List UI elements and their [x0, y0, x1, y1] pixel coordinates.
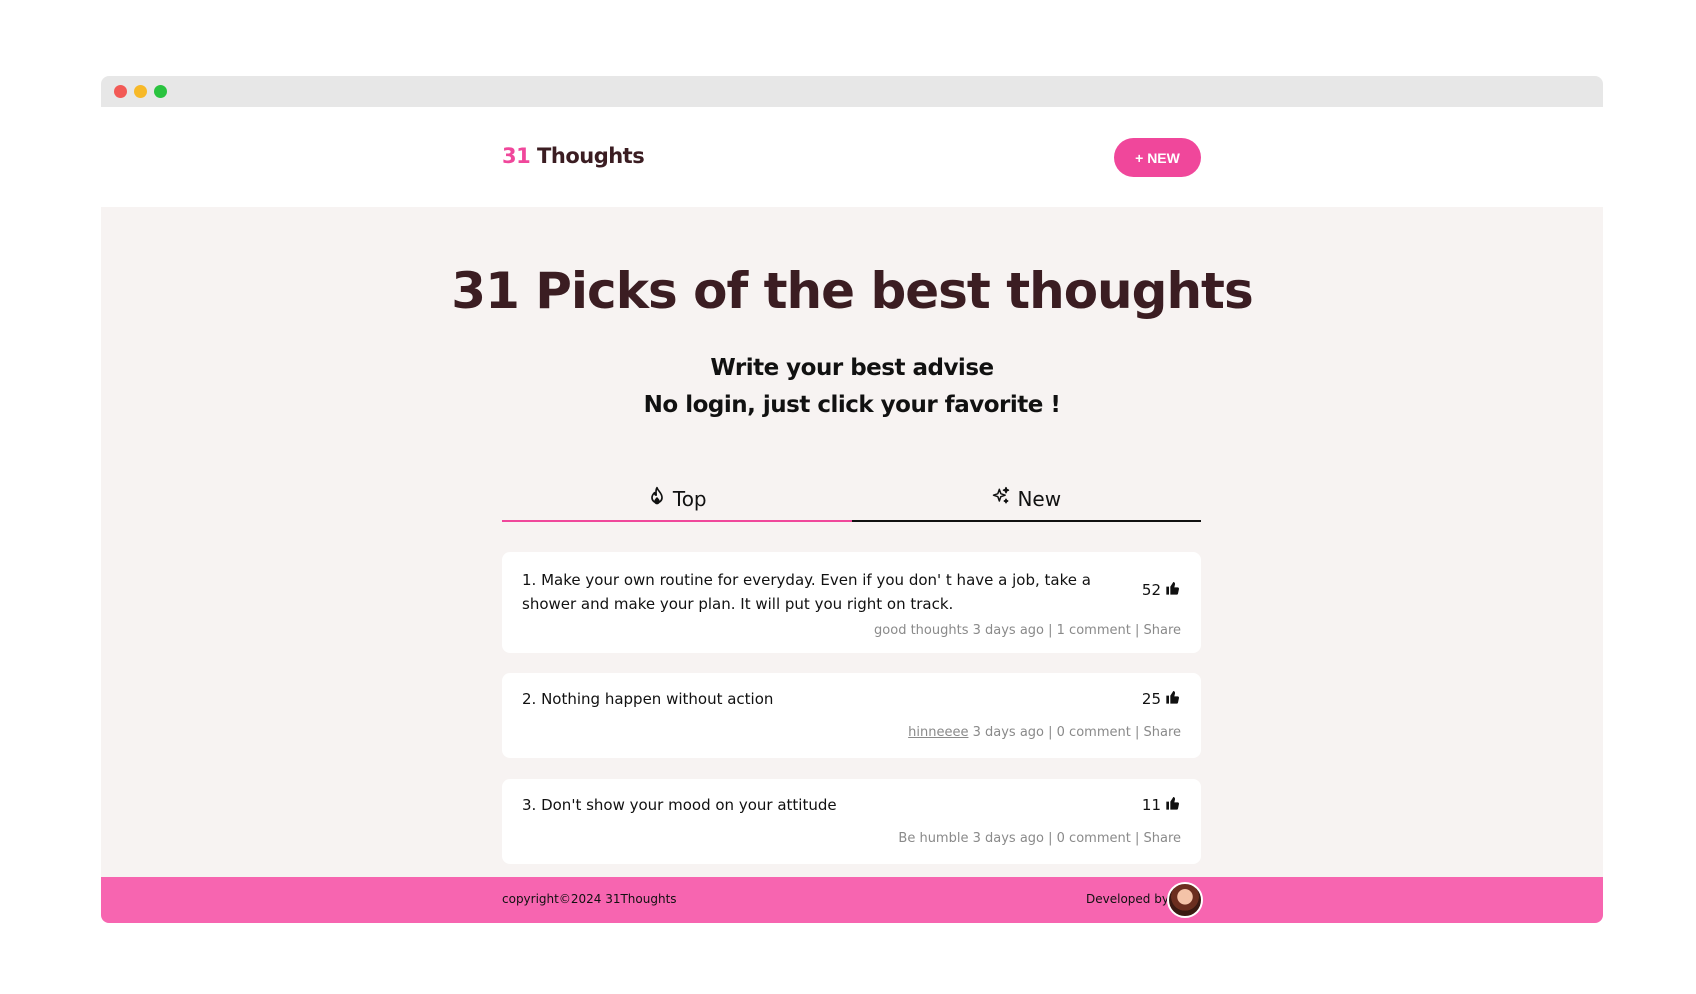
- comments-link[interactable]: 0 comment |: [1057, 725, 1140, 740]
- thought-card: 2. Nothing happen without action 25 hinn…: [502, 673, 1201, 758]
- thought-meta: Be humble 3 days ago | 0 comment | Share: [898, 831, 1181, 846]
- author-name[interactable]: hinneeee: [908, 725, 968, 740]
- vote-count: 11: [1141, 796, 1161, 814]
- comments-link[interactable]: 0 comment |: [1057, 831, 1140, 846]
- logo-text: Thoughts: [530, 144, 645, 168]
- tagline-line-2: No login, just click your favorite !: [643, 392, 1061, 418]
- thought-text: 3. Don't show your mood on your attitude: [522, 796, 837, 814]
- sort-tabs: Top New: [502, 477, 1201, 522]
- share-link[interactable]: Share: [1143, 623, 1181, 638]
- site-logo[interactable]: 31 Thoughts: [502, 144, 645, 168]
- thought-card: 3. Don't show your mood on your attitude…: [502, 779, 1201, 864]
- sparkles-icon: [991, 486, 1011, 511]
- close-window-button[interactable]: [114, 85, 127, 98]
- author-name[interactable]: good thoughts: [874, 623, 968, 638]
- thought-meta: good thoughts 3 days ago | 1 comment | S…: [874, 623, 1181, 638]
- page-footer: copyright©2024 31Thoughts Developed by: [101, 877, 1603, 923]
- author-name[interactable]: Be humble: [898, 831, 968, 846]
- tab-new[interactable]: New: [851, 477, 1201, 522]
- developer-avatar[interactable]: [1167, 882, 1203, 918]
- vote-count: 25: [1141, 690, 1161, 708]
- vote-button[interactable]: 52: [1142, 580, 1181, 600]
- flame-icon: [647, 486, 667, 511]
- posted-time: 3 days ago |: [972, 725, 1053, 740]
- thought-card: 1. Make your own routine for everyday. E…: [502, 552, 1201, 653]
- maximize-window-button[interactable]: [154, 85, 167, 98]
- vote-count: 52: [1141, 581, 1161, 599]
- thought-meta: hinneeee 3 days ago | 0 comment | Share: [908, 725, 1181, 740]
- tab-top-label: Top: [672, 486, 707, 511]
- posted-time: 3 days ago |: [972, 623, 1053, 638]
- thumbs-up-icon: [1165, 689, 1181, 709]
- thumbs-up-icon: [1165, 580, 1181, 600]
- main-content: 31 Picks of the best thoughts Write your…: [101, 207, 1603, 877]
- logo-number: 31: [502, 144, 531, 168]
- share-link[interactable]: Share: [1143, 725, 1181, 740]
- tab-top[interactable]: Top: [502, 477, 852, 522]
- browser-window: 31 Thoughts + NEW 31 Picks of the best t…: [101, 76, 1603, 923]
- share-link[interactable]: Share: [1143, 831, 1181, 846]
- thought-text: 2. Nothing happen without action: [522, 690, 774, 708]
- top-navbar: 31 Thoughts + NEW: [101, 107, 1603, 207]
- thought-text: 1. Make your own routine for everyday. E…: [522, 571, 1091, 613]
- new-thought-button[interactable]: + NEW: [1114, 138, 1201, 177]
- developed-by-label: Developed by: [1086, 892, 1169, 906]
- minimize-window-button[interactable]: [134, 85, 147, 98]
- comments-link[interactable]: 1 comment |: [1057, 623, 1140, 638]
- vote-button[interactable]: 25: [1142, 689, 1181, 709]
- thumbs-up-icon: [1165, 795, 1181, 815]
- window-titlebar: [101, 76, 1603, 107]
- page-title: 31 Picks of the best thoughts: [451, 262, 1253, 320]
- tab-new-label: New: [1017, 486, 1062, 511]
- copyright-text: copyright©2024 31Thoughts: [502, 892, 677, 906]
- posted-time: 3 days ago |: [972, 831, 1053, 846]
- tagline-line-1: Write your best advise: [710, 355, 994, 381]
- vote-button[interactable]: 11: [1142, 795, 1181, 815]
